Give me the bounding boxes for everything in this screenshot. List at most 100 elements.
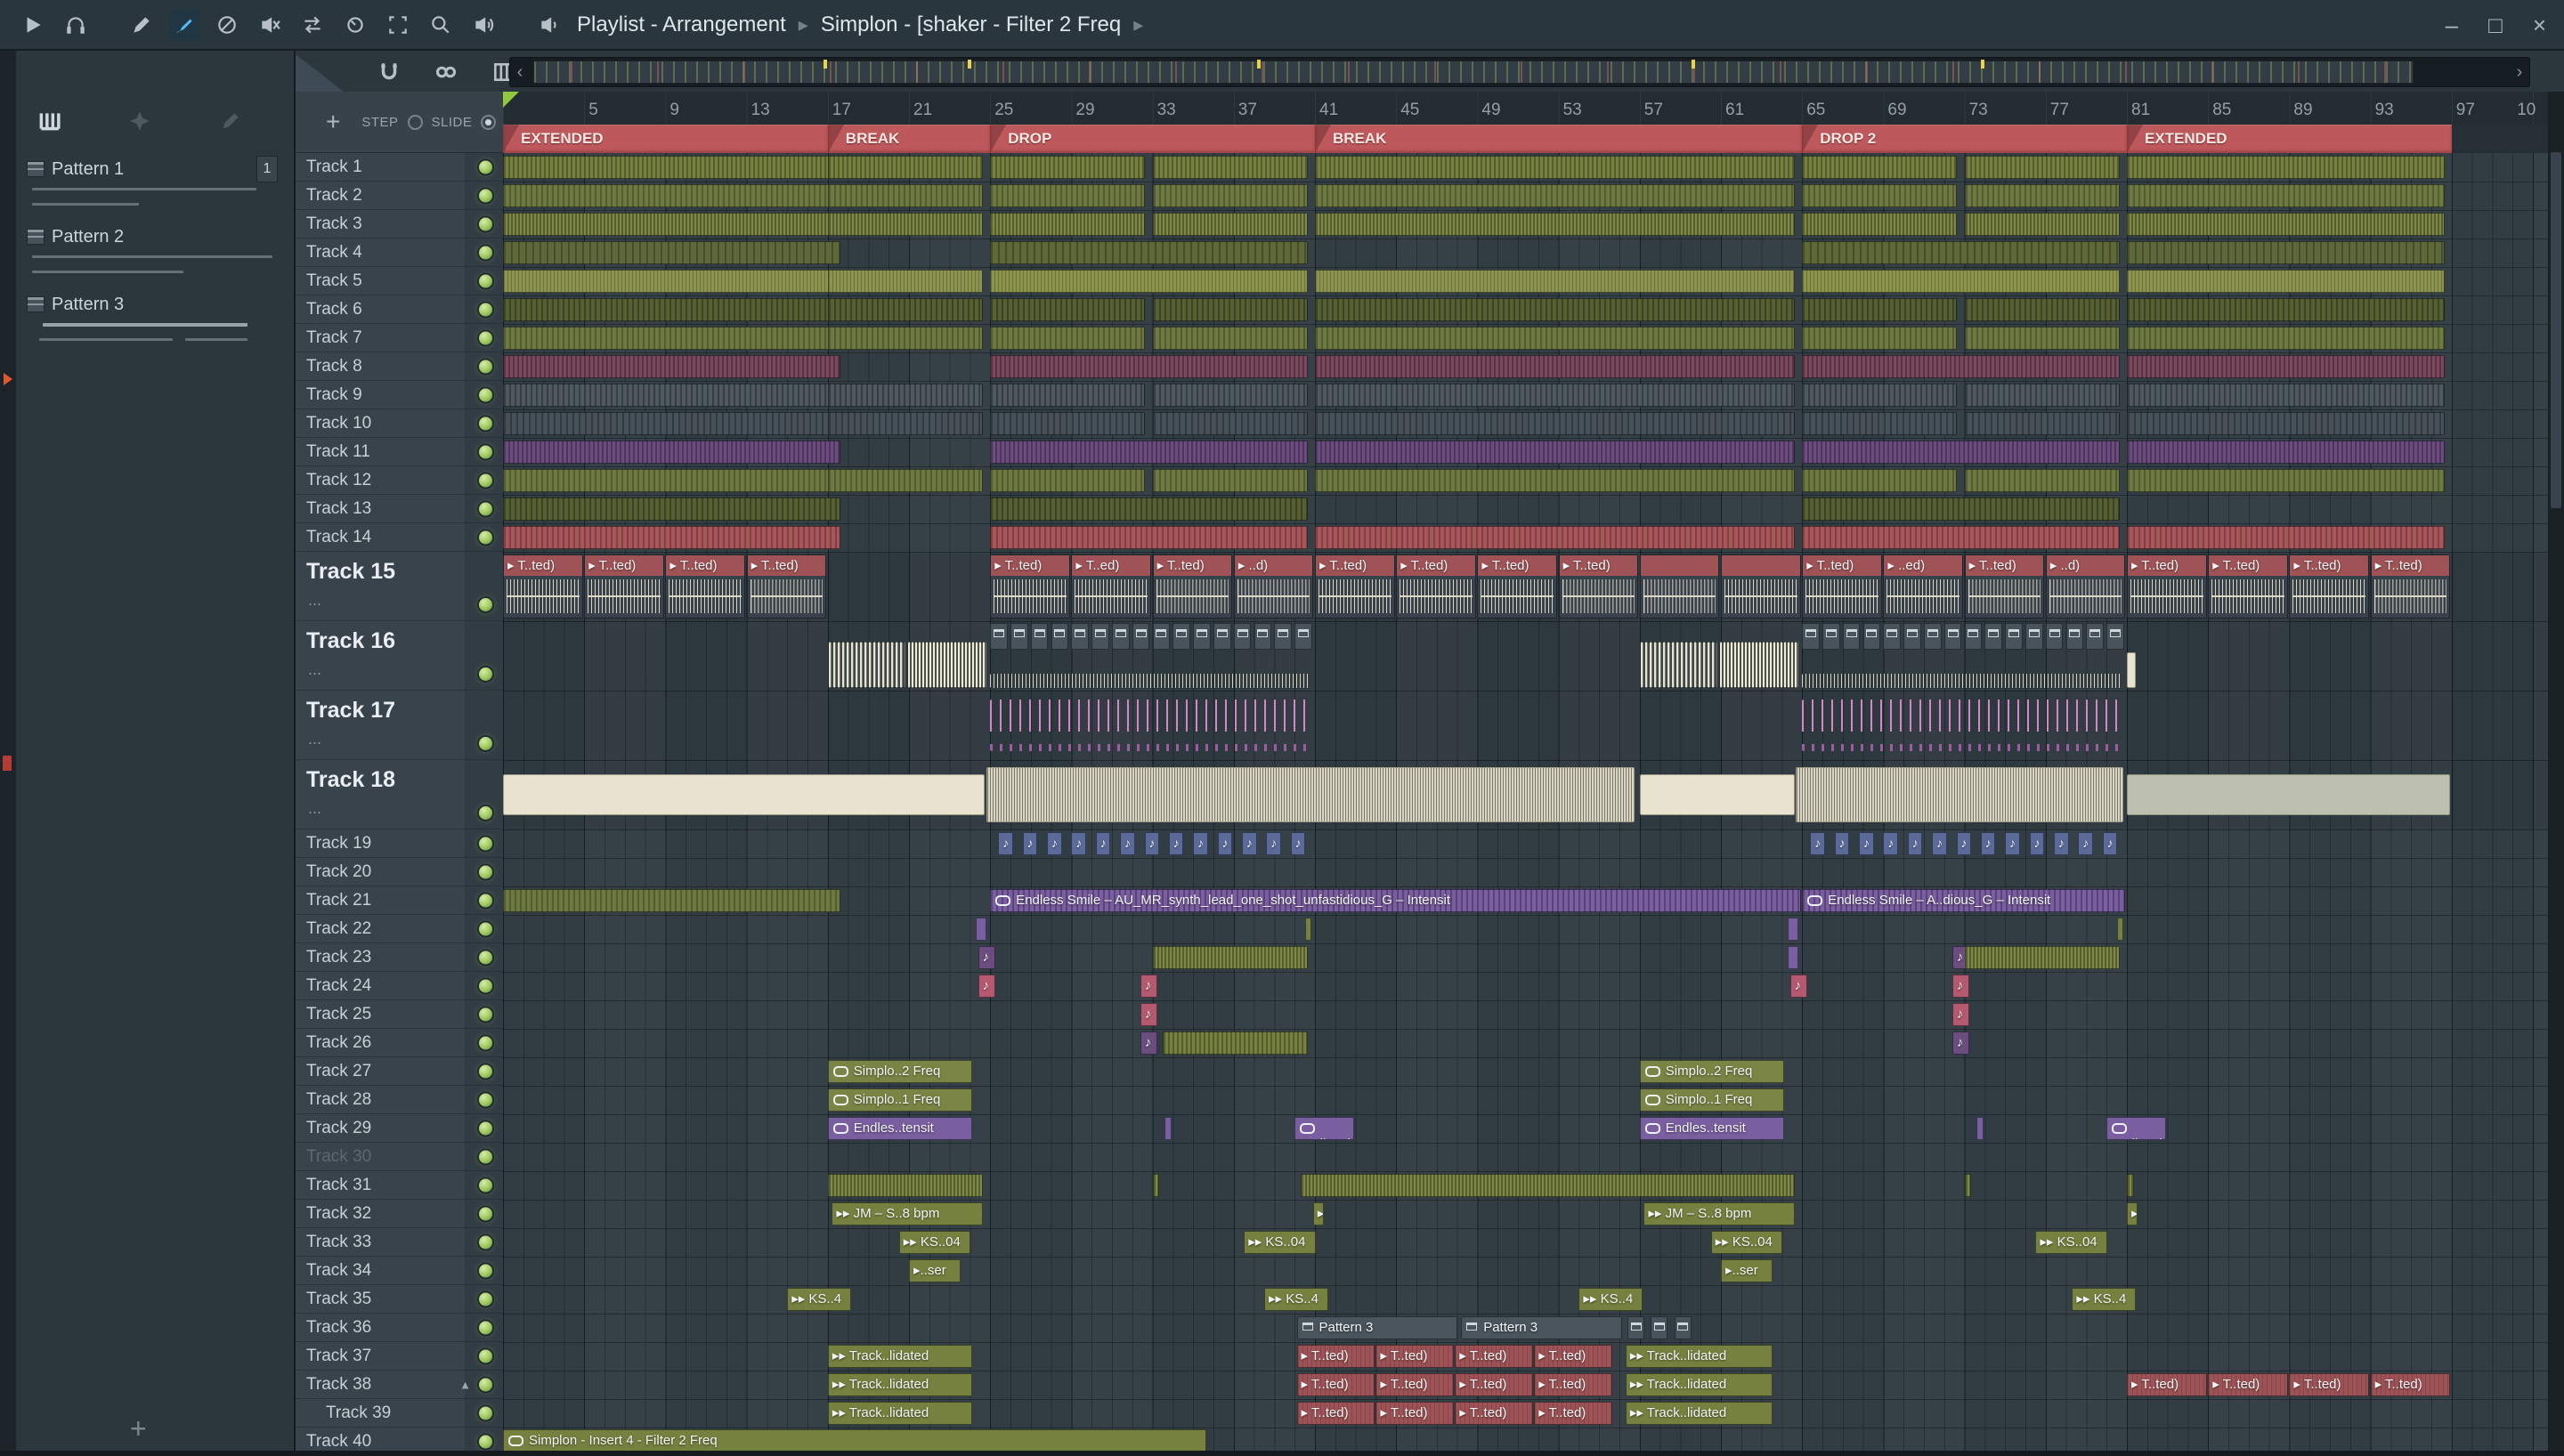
clip[interactable] <box>1984 623 2002 650</box>
clip[interactable] <box>1964 946 2120 969</box>
track-mute-led[interactable] <box>479 1064 492 1078</box>
clip[interactable]: ♪ <box>1168 832 1184 855</box>
clip[interactable]: ♪ <box>1980 832 1996 855</box>
slide-link-icon[interactable] <box>431 57 461 87</box>
clip[interactable] <box>1152 946 1308 969</box>
clip[interactable] <box>1639 642 1718 688</box>
track-header[interactable]: Track 36 <box>296 1314 503 1342</box>
track-mute-led[interactable] <box>479 922 492 935</box>
audio-clip[interactable]: ▸ T..ted) <box>1477 554 1558 619</box>
track-mute-led[interactable] <box>479 865 492 878</box>
audio-clip[interactable]: ▸ ..d) <box>2045 554 2126 619</box>
track-header[interactable]: Track 22 <box>296 915 503 943</box>
clip[interactable] <box>2116 918 2124 941</box>
clip[interactable]: ♪ <box>2102 832 2118 855</box>
timeline-ruler[interactable]: 5 9 13 17 21 25 29 33 37 41 45 49 53 57 61 65 69 73 77 81 85… <box>503 92 2548 125</box>
track-header[interactable]: Track 27 <box>296 1057 503 1086</box>
clip[interactable]: ♪ <box>1956 832 1972 855</box>
track-header[interactable]: Track 26 <box>296 1029 503 1057</box>
clip[interactable] <box>990 355 1308 378</box>
audio-clip[interactable]: ▸ T..ted) <box>2127 1373 2207 1396</box>
track-lane[interactable] <box>503 858 2548 887</box>
arrangement-marker[interactable]: BREAK <box>1315 125 1803 153</box>
clip[interactable] <box>990 270 1308 293</box>
clip[interactable] <box>1152 156 1308 179</box>
clip[interactable] <box>990 526 1308 549</box>
pattern-clip[interactable]: Pattern 3 <box>1461 1316 1623 1339</box>
clip[interactable]: ♪ <box>1217 832 1233 855</box>
clip[interactable] <box>1964 469 2120 492</box>
clip[interactable] <box>1152 469 1308 492</box>
track-mute-led[interactable] <box>479 1435 492 1448</box>
clip[interactable] <box>1802 526 2120 549</box>
track-header[interactable]: Track 31 <box>296 1171 503 1200</box>
clip[interactable]: ♪ <box>1859 832 1874 855</box>
clip[interactable]: ♪ <box>1140 1031 1157 1055</box>
pencil-icon[interactable] <box>126 10 157 40</box>
clip[interactable] <box>1152 1174 1160 1197</box>
clip[interactable] <box>2127 526 2445 549</box>
track-mute-led[interactable] <box>479 1150 492 1163</box>
clip[interactable] <box>1051 623 1069 650</box>
minimize-button[interactable]: – <box>2446 13 2458 36</box>
clip[interactable] <box>2127 412 2445 435</box>
clip[interactable] <box>906 642 987 688</box>
clip[interactable]: ♪ <box>1047 832 1062 855</box>
clip[interactable]: ♪ <box>1140 975 1157 998</box>
horizontal-scrollbar[interactable]: ‹ › <box>509 57 2530 87</box>
clip[interactable]: ♪ <box>1241 832 1257 855</box>
automation-clip[interactable]: Simplon - Insert 4 - Filter 2 Freq <box>503 1429 1206 1452</box>
clip[interactable] <box>2045 623 2064 650</box>
clip[interactable] <box>2127 241 2445 264</box>
track-mute-led[interactable] <box>479 189 492 202</box>
collapse-arrow-icon[interactable]: ▲ <box>459 1378 471 1391</box>
scroll-position-marker[interactable] <box>3 756 12 771</box>
clip[interactable] <box>1802 355 2120 378</box>
sample-clip[interactable]: ▸..ser <box>909 1259 961 1282</box>
clip[interactable] <box>2127 184 2445 207</box>
sample-clip[interactable]: ▸▸ Track..lidated <box>1625 1345 1773 1368</box>
automation-clip[interactable]: Endl..nsit <box>1294 1117 1355 1140</box>
track-header[interactable]: Track 32 <box>296 1200 503 1228</box>
track-header[interactable]: Track 9 <box>296 381 503 409</box>
clip[interactable] <box>1802 469 1958 492</box>
audio-clip[interactable]: ▸ T..ted) <box>2127 554 2207 619</box>
clip[interactable]: ♪ <box>1789 975 1807 998</box>
clip[interactable] <box>1943 623 1962 650</box>
track-mute-led[interactable] <box>479 806 492 820</box>
clip[interactable] <box>1802 700 2122 751</box>
track-header[interactable]: Track 28 <box>296 1086 503 1114</box>
clip[interactable] <box>2127 156 2445 179</box>
clip[interactable] <box>503 184 841 207</box>
clip[interactable] <box>827 327 983 350</box>
audio-clip[interactable]: ▸ T..ted) <box>1296 1402 1375 1425</box>
clip[interactable]: ♪ <box>998 832 1013 855</box>
clip[interactable]: ♪ <box>1290 832 1306 855</box>
clip[interactable] <box>503 298 841 321</box>
automation-clip[interactable]: Endl..nsit <box>2106 1117 2167 1140</box>
audio-clip[interactable]: ▸ T..ted) <box>990 554 1070 619</box>
audio-clip[interactable]: ▸ T..ted) <box>1375 1345 1454 1368</box>
add-pattern-button[interactable]: + <box>130 1412 147 1445</box>
track-header[interactable]: Track 4 <box>296 239 503 267</box>
brush-icon[interactable] <box>169 9 199 40</box>
clip[interactable] <box>1315 327 1795 350</box>
clip[interactable] <box>1964 184 2120 207</box>
clip[interactable] <box>1903 623 1921 650</box>
clip[interactable] <box>1152 298 1308 321</box>
clip[interactable] <box>1964 327 2120 350</box>
clip[interactable] <box>1315 355 1795 378</box>
arrangement-marker[interactable]: EXTENDED <box>503 125 828 153</box>
track-lane[interactable] <box>503 1200 2548 1229</box>
clip[interactable] <box>1315 412 1795 435</box>
snap-magnet-icon[interactable] <box>374 57 404 87</box>
automation-clip[interactable]: Simplo..2 Freq <box>827 1060 973 1083</box>
add-track-button[interactable]: + <box>326 108 340 136</box>
track-header[interactable]: Track 11 <box>296 438 503 466</box>
audio-clip[interactable]: ▸ ..ed) <box>1883 554 1964 619</box>
track-header[interactable]: Track 5 <box>296 267 503 295</box>
fit-screen-icon[interactable] <box>383 10 413 40</box>
clip[interactable]: ♪ <box>1810 832 1825 855</box>
scrollbar-thumb[interactable] <box>533 60 2414 84</box>
clip[interactable] <box>503 270 841 293</box>
